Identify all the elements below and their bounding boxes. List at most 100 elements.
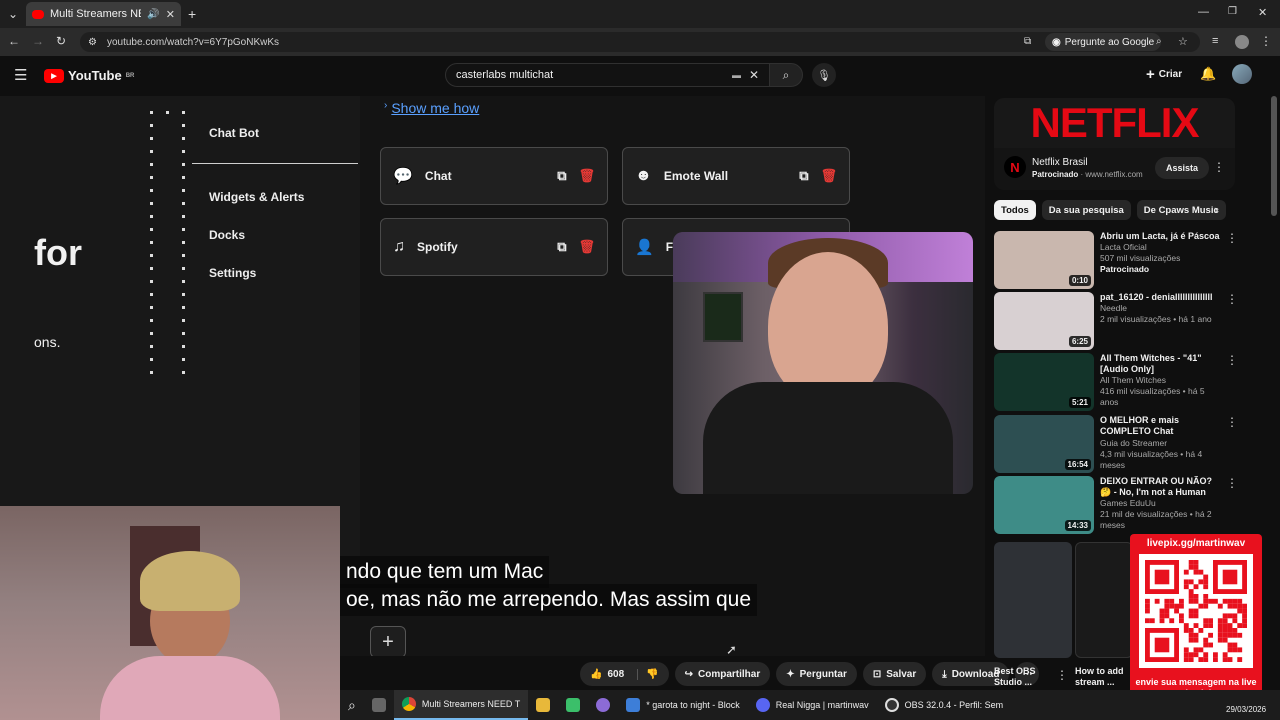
browser-tab[interactable]: Multi Streamers NEED This 🔊 ✕: [26, 2, 181, 26]
ad-cta-button[interactable]: Assista: [1155, 157, 1210, 179]
rec-more-icon[interactable]: ⋮: [1056, 668, 1068, 682]
voice-search-button[interactable]: 🎙: [812, 63, 836, 87]
qr-module: [1222, 628, 1228, 633]
hamburger-menu-icon[interactable]: ☰: [14, 66, 27, 84]
chip-da-sua-pesquisa[interactable]: Da sua pesquisa: [1041, 200, 1131, 220]
dot: [150, 176, 153, 179]
recommendation-item[interactable]: 16:54 O MELHOR e mais COMPLETO Chat Multi…: [994, 415, 1238, 473]
chip-todos[interactable]: Todos: [994, 200, 1036, 220]
minimize-icon[interactable]: —: [1198, 6, 1209, 18]
taskbar-obs-item[interactable]: OBS 32.0.4 - Perfil: Sem: [877, 690, 1012, 720]
keyboard-icon[interactable]: ▬: [732, 70, 741, 80]
cast-icon[interactable]: ⧉: [1024, 36, 1031, 47]
rec-title[interactable]: Abriu um Lacta, já é Páscoa: [1100, 231, 1220, 242]
qr-module: [1183, 628, 1189, 633]
reload-icon[interactable]: ↻: [56, 34, 66, 48]
ask-google-button[interactable]: ◉ Pergunte ao Google: [1045, 33, 1162, 51]
recommendation-item[interactable]: 6:25 pat_16120 - denialllllllllllllll Need…: [994, 292, 1238, 350]
rec-title[interactable]: pat_16120 - denialllllllllllllll: [1100, 292, 1220, 303]
rec-thumbnail[interactable]: 0:10: [994, 231, 1094, 289]
qr-module: [1208, 632, 1213, 638]
rec-more-icon[interactable]: ⋮: [1226, 292, 1238, 350]
dot: [166, 111, 169, 114]
rec-channel[interactable]: Games EduUu: [1100, 498, 1220, 509]
rec-title[interactable]: DEIXO ENTRAR OU NÃO? 🤔 - No, I'm not a H…: [1100, 476, 1220, 498]
rec-more-icon[interactable]: ⋮: [1226, 231, 1238, 289]
taskbar-discord-item[interactable]: Real Nigga | martinwav: [748, 690, 877, 720]
bookmark-star-icon[interactable]: ☆: [1178, 35, 1188, 48]
rec-channel[interactable]: Lacta Oficial: [1100, 242, 1220, 253]
qr-module: [1203, 584, 1209, 590]
ad-more-icon[interactable]: ⋮: [1213, 160, 1225, 174]
rec-channel[interactable]: Needle: [1100, 303, 1220, 314]
rec-channel[interactable]: Guia do Streamer: [1100, 438, 1220, 449]
rec-thumbnail[interactable]: 5:21: [994, 353, 1094, 411]
search-button[interactable]: ⌕: [769, 63, 803, 87]
rec-info: DEIXO ENTRAR OU NÃO? 🤔 - No, I'm not a H…: [1100, 476, 1220, 534]
site-info-icon[interactable]: ⚙: [88, 37, 97, 48]
chip-cpaws-music[interactable]: De Cpaws Music: [1136, 200, 1226, 220]
save-button[interactable]: ⊡ Salvar: [862, 662, 927, 686]
dot: [182, 345, 185, 348]
qr-module: [1154, 637, 1170, 653]
zoom-icon[interactable]: ⌕: [1156, 36, 1162, 47]
rec-channel[interactable]: All Them Witches: [1100, 375, 1220, 386]
qr-module: [1203, 579, 1209, 585]
rec-thumbnail[interactable]: 14:33: [994, 476, 1094, 534]
rec-thumb-stream[interactable]: [1075, 542, 1133, 658]
qr-module: [1164, 608, 1170, 614]
rec-thumb-obs[interactable]: [994, 542, 1072, 658]
taskbar-app-icon[interactable]: [558, 690, 588, 720]
close-window-icon[interactable]: ✕: [1258, 6, 1267, 19]
rec-title-stream[interactable]: How to add stream ...: [1075, 666, 1133, 688]
recommendation-item[interactable]: 0:10 Abriu um Lacta, já é Páscoa Lacta Ofi…: [994, 231, 1238, 289]
qr-module: [1188, 637, 1194, 643]
create-button[interactable]: + Criar: [1146, 66, 1182, 83]
recommendation-item[interactable]: 5:21 All Them Witches - "41" [Audio Only]…: [994, 353, 1238, 411]
rec-duration: 14:33: [1064, 520, 1091, 531]
taskbar-twitch-icon[interactable]: [588, 690, 618, 720]
media-control-icon[interactable]: ≡: [1212, 35, 1218, 47]
taskbar-search-icon[interactable]: ⌕: [340, 690, 364, 720]
rec-title-obs[interactable]: Best OBS Studio ...: [994, 666, 1054, 688]
restore-icon[interactable]: ❐: [1228, 6, 1237, 17]
rec-more-icon[interactable]: ⋮: [1226, 415, 1238, 473]
widget-card-emote-wall: ☻ Emote Wall ⧉ 🗑: [622, 147, 850, 205]
rec-more-icon[interactable]: ⋮: [1226, 476, 1238, 534]
rec-thumbnail[interactable]: 6:25: [994, 292, 1094, 350]
new-tab-icon[interactable]: +: [188, 6, 196, 22]
recommendation-item[interactable]: 14:33 DEIXO ENTRAR OU NÃO? 🤔 - No, I'm no…: [994, 476, 1238, 534]
page-scrollbar[interactable]: [1271, 96, 1277, 216]
like-button[interactable]: 👍 608 👎: [580, 662, 669, 686]
qr-module: [1222, 618, 1228, 624]
clear-search-icon[interactable]: ✕: [749, 68, 759, 82]
back-icon[interactable]: ←: [8, 34, 20, 48]
tab-list-icon[interactable]: ⌄: [6, 7, 20, 21]
notifications-bell-icon[interactable]: 🔔: [1200, 66, 1216, 82]
close-tab-icon[interactable]: ✕: [166, 8, 175, 21]
url-field[interactable]: ⚙ youtube.com/watch?v=6Y7pGoNKwKs: [80, 32, 1200, 52]
rec-title[interactable]: O MELHOR e mais COMPLETO Chat MultiStrea…: [1100, 415, 1220, 438]
profile-avatar[interactable]: [1235, 35, 1249, 49]
sponsored-ad-card[interactable]: NETFLIX N Netflix Brasil Patrocinado · w…: [994, 98, 1235, 190]
taskbar-explorer-icon[interactable]: [528, 690, 558, 720]
ask-button[interactable]: ✦ Perguntar: [776, 662, 857, 686]
browser-menu-icon[interactable]: ⋮: [1260, 34, 1272, 48]
forward-icon[interactable]: →: [32, 34, 44, 48]
taskbar-notepad-item[interactable]: * garota to night - Block: [618, 690, 748, 720]
account-avatar[interactable]: [1232, 64, 1252, 84]
speaker-icon[interactable]: 🔊: [147, 9, 159, 20]
menu-chat-bot: Chat Bot: [209, 126, 259, 140]
thumbs-down-icon[interactable]: 👎: [637, 668, 659, 680]
rec-title[interactable]: All Them Witches - "41" [Audio Only]: [1100, 353, 1220, 375]
taskbar-task-view-icon[interactable]: [364, 690, 394, 720]
rec-thumbnail[interactable]: 16:54: [994, 415, 1094, 473]
taskbar-date: 29/03/2026: [1226, 705, 1267, 714]
bookmark-icon: ⊡: [872, 668, 882, 680]
taskbar-chrome-item[interactable]: Multi Streamers NEED T: [393, 690, 529, 720]
youtube-logo[interactable]: ▶ YouTube BR: [44, 68, 134, 83]
search-input[interactable]: casterlabs multichat ▬ ✕: [445, 63, 770, 87]
share-button[interactable]: ↪ Compartilhar: [674, 662, 771, 686]
rec-more-icon[interactable]: ⋮: [1226, 353, 1238, 411]
chips-next-icon[interactable]: ›: [1214, 202, 1218, 217]
